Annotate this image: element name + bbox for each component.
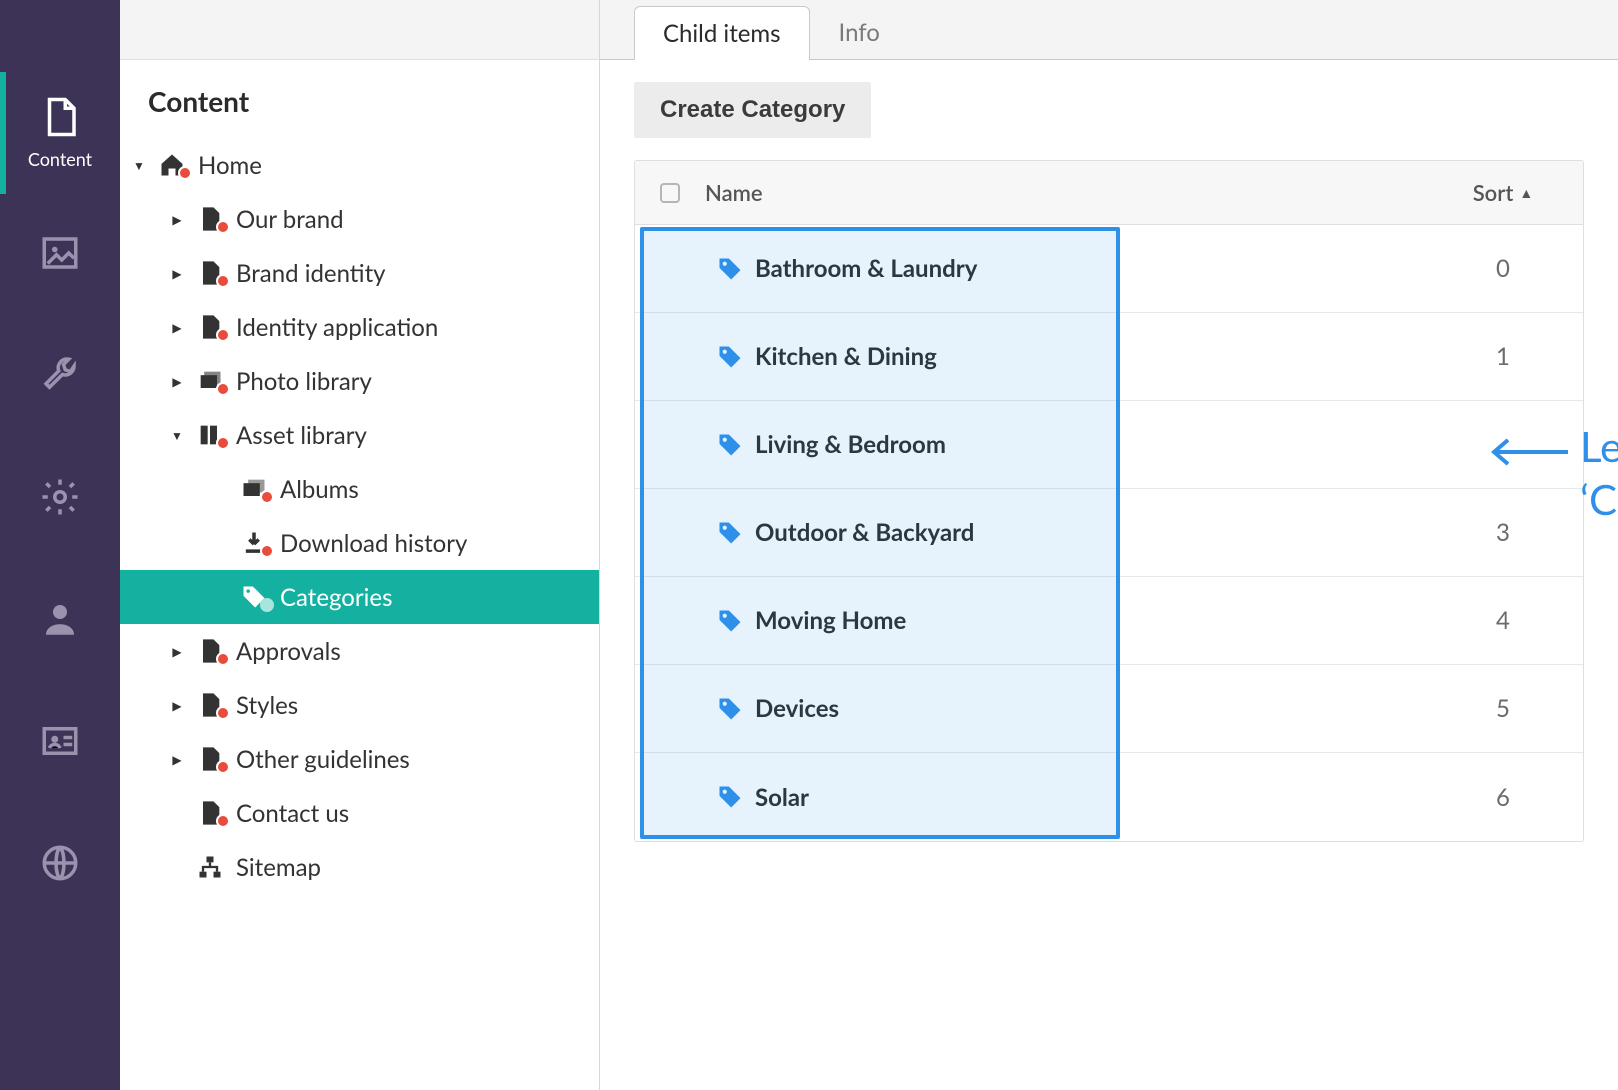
caret-right-icon: [170, 212, 184, 227]
tree-item-home[interactable]: Home: [120, 138, 599, 192]
nav-tools[interactable]: [0, 316, 120, 438]
caret-right-icon: [170, 320, 184, 335]
row-name: Devices: [755, 694, 1423, 723]
table-header: Name Sort ▲: [635, 161, 1583, 225]
download-icon: [238, 529, 270, 557]
row-sort: 6: [1423, 783, 1583, 812]
col-sort[interactable]: Sort ▲: [1423, 179, 1583, 206]
tree-item-asset-library[interactable]: Asset library: [120, 408, 599, 462]
page-icon: [194, 637, 226, 665]
tag-icon: [705, 695, 755, 723]
photos-icon: [194, 367, 226, 395]
tag-icon: [705, 255, 755, 283]
nav-globe[interactable]: [0, 804, 120, 926]
tags-icon: [238, 583, 270, 611]
tree-item-approvals[interactable]: Approvals: [120, 624, 599, 678]
tree-item-sitemap[interactable]: Sitemap: [120, 840, 599, 894]
tag-icon: [705, 519, 755, 547]
row-sort: 3: [1423, 518, 1583, 547]
col-name[interactable]: Name: [705, 179, 1423, 206]
tree-panel: Content Home Our brand Brand identity Id…: [120, 0, 600, 1090]
nav-rail: Content: [0, 0, 120, 1090]
nav-id[interactable]: [0, 682, 120, 804]
nav-images[interactable]: [0, 194, 120, 316]
row-sort: 5: [1423, 694, 1583, 723]
table-row[interactable]: Moving Home4: [635, 577, 1583, 665]
page-icon: [194, 799, 226, 827]
table-row[interactable]: Devices5: [635, 665, 1583, 753]
tree-item-albums[interactable]: Albums: [120, 462, 599, 516]
tag-icon: [705, 431, 755, 459]
caret-right-icon: [170, 752, 184, 767]
page-icon: [194, 313, 226, 341]
caret-right-icon: [170, 266, 184, 281]
row-name: Outdoor & Backyard: [755, 518, 1423, 547]
content-tree: Home Our brand Brand identity Identity a…: [120, 138, 599, 894]
sort-asc-icon: ▲: [1519, 184, 1533, 201]
tree-item-styles[interactable]: Styles: [120, 678, 599, 732]
tree-item-our-brand[interactable]: Our brand: [120, 192, 599, 246]
tree-item-brand-identity[interactable]: Brand identity: [120, 246, 599, 300]
row-name: Kitchen & Dining: [755, 342, 1423, 371]
create-category-button[interactable]: Create Category: [634, 82, 871, 138]
caret-down-icon: [170, 428, 184, 443]
id-card-icon: [39, 720, 81, 766]
row-sort: 0: [1423, 254, 1583, 283]
caret-right-icon: [170, 698, 184, 713]
tag-icon: [705, 607, 755, 635]
tag-icon: [705, 343, 755, 371]
nav-content[interactable]: Content: [0, 72, 120, 194]
tree-item-identity-application[interactable]: Identity application: [120, 300, 599, 354]
document-icon: [39, 96, 81, 142]
page-icon: [194, 691, 226, 719]
nav-settings[interactable]: [0, 438, 120, 560]
tabs: Child items Info: [600, 0, 1618, 60]
tree-item-other-guidelines[interactable]: Other guidelines: [120, 732, 599, 786]
row-name: Bathroom & Laundry: [755, 254, 1423, 283]
tree-item-contact-us[interactable]: Contact us: [120, 786, 599, 840]
page-icon: [194, 745, 226, 773]
row-sort: 1: [1423, 342, 1583, 371]
tree-item-download-history[interactable]: Download history: [120, 516, 599, 570]
caret-right-icon: [170, 374, 184, 389]
row-name: Solar: [755, 783, 1423, 812]
tag-icon: [705, 783, 755, 811]
image-icon: [39, 232, 81, 278]
table-row[interactable]: Living & Bedroom: [635, 401, 1583, 489]
caret-down-icon: [132, 158, 146, 173]
table-row[interactable]: Outdoor & Backyard3: [635, 489, 1583, 577]
wrench-icon: [39, 354, 81, 400]
annotation-label: Level 1 ‘Categories’: [1580, 420, 1618, 525]
tree-topbar: [120, 0, 599, 60]
main: Child items Info Create Category Name So…: [600, 0, 1618, 1090]
sitemap-icon: [194, 853, 226, 881]
home-icon: [156, 151, 188, 179]
library-icon: [194, 421, 226, 449]
tab-info[interactable]: Info: [810, 5, 909, 59]
user-icon: [39, 598, 81, 644]
albums-icon: [238, 475, 270, 503]
tree-item-categories[interactable]: Categories: [120, 570, 599, 624]
globe-icon: [39, 842, 81, 888]
caret-right-icon: [170, 644, 184, 659]
table-row[interactable]: Kitchen & Dining1: [635, 313, 1583, 401]
page-icon: [194, 259, 226, 287]
tree-title: Content: [148, 84, 571, 118]
row-name: Living & Bedroom: [755, 430, 1423, 459]
table-row[interactable]: Solar6: [635, 753, 1583, 841]
tab-child-items[interactable]: Child items: [634, 6, 810, 60]
nav-users[interactable]: [0, 560, 120, 682]
row-sort: 4: [1423, 606, 1583, 635]
select-all-checkbox[interactable]: [660, 183, 680, 203]
nav-content-label: Content: [28, 148, 92, 170]
categories-table: Name Sort ▲ Bathroom & Laundry0Kitchen &…: [634, 160, 1584, 842]
page-icon: [194, 205, 226, 233]
table-row[interactable]: Bathroom & Laundry0: [635, 225, 1583, 313]
row-name: Moving Home: [755, 606, 1423, 635]
tree-item-photo-library[interactable]: Photo library: [120, 354, 599, 408]
gear-icon: [39, 476, 81, 522]
